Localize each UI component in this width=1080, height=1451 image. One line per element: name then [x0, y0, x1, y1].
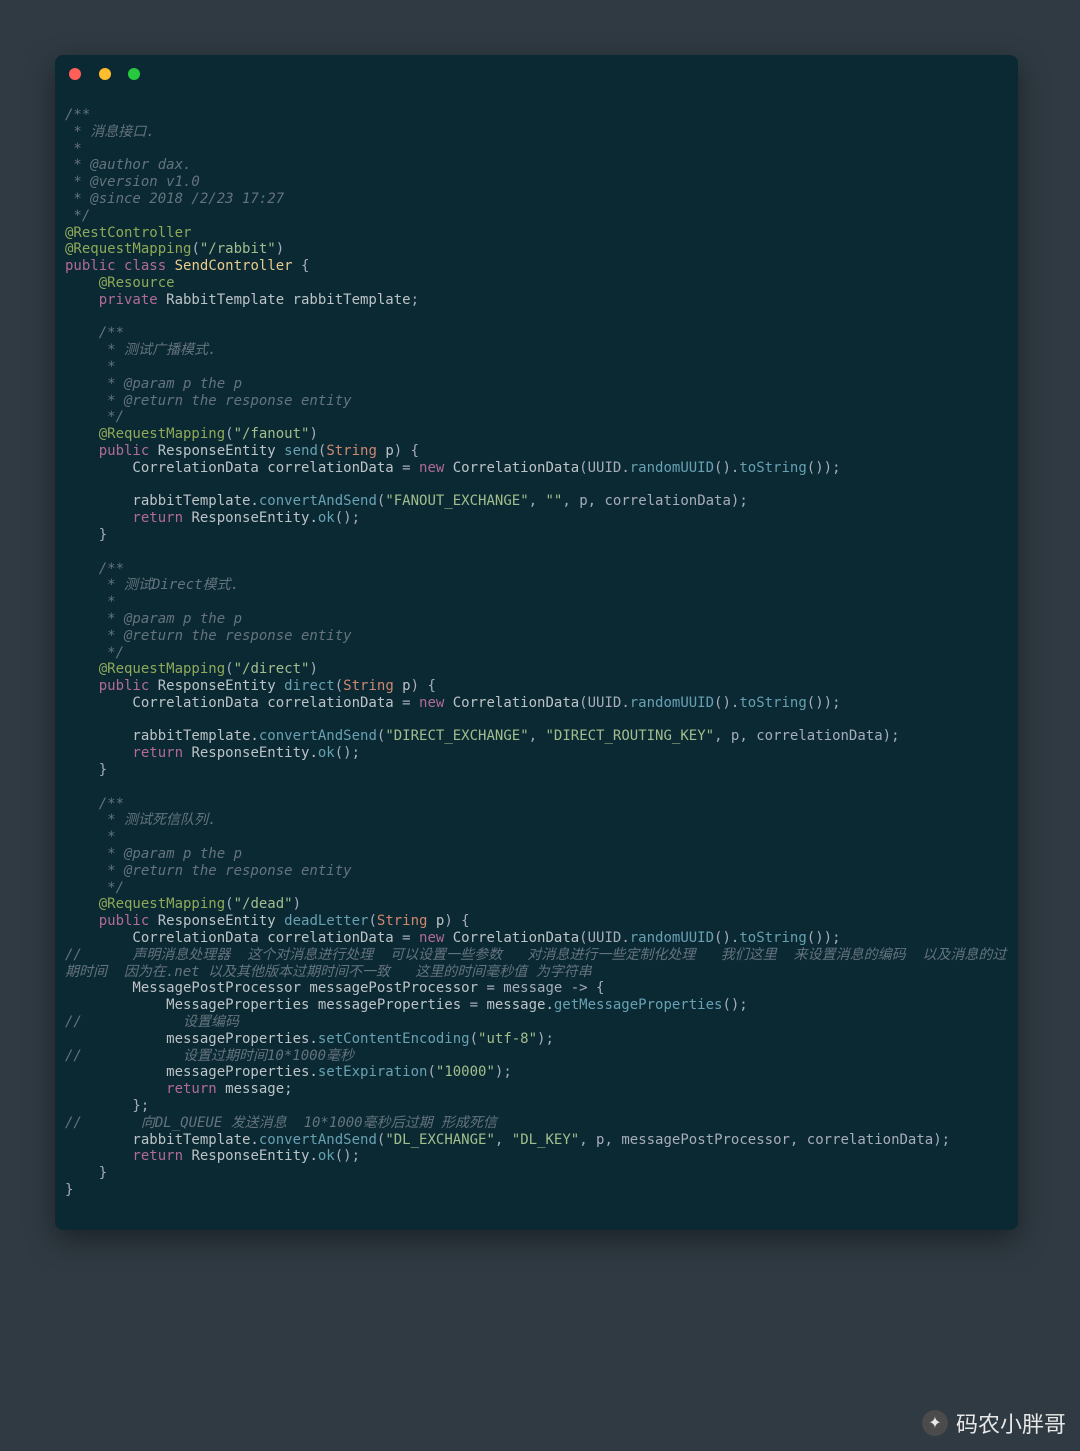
- code-line: rabbitTemplate.convertAndSend("DL_EXCHAN…: [65, 1132, 950, 1148]
- code-line: * @version v1.0: [65, 174, 200, 190]
- code-line: public class SendController {: [65, 258, 309, 274]
- close-icon[interactable]: [69, 68, 81, 80]
- code-line: // 向DL_QUEUE 发送消息 10*1000毫秒后过期 形成死信: [65, 1115, 497, 1131]
- code-line: public ResponseEntity send(String p) {: [65, 443, 419, 459]
- code-line: * @since 2018 /2/23 17:27: [65, 191, 284, 207]
- code-line: private RabbitTemplate rabbitTemplate;: [65, 292, 419, 308]
- code-line: @RestController: [65, 225, 191, 241]
- code-editor-window: /** * 消息接口. * * @author dax. * @version …: [55, 55, 1018, 1230]
- code-line: return ResponseEntity.ok();: [65, 1148, 360, 1164]
- code-line: return message;: [65, 1081, 293, 1097]
- code-line: * 消息接口.: [65, 124, 155, 140]
- code-line: messageProperties.setExpiration("10000")…: [65, 1064, 512, 1080]
- code-line: */: [65, 880, 124, 896]
- code-line: * @return the response entity: [65, 628, 352, 644]
- code-line: @RequestMapping("/rabbit"): [65, 241, 284, 257]
- code-line: * @return the response entity: [65, 393, 352, 409]
- code-line: rabbitTemplate.convertAndSend("FANOUT_EX…: [65, 493, 748, 509]
- wechat-icon: ✦: [922, 1410, 948, 1436]
- code-line: * @param p the p: [65, 376, 242, 392]
- code-line: * 测试Direct模式.: [65, 577, 239, 593]
- code-line: *: [65, 359, 116, 375]
- code-line: MessageProperties messageProperties = me…: [65, 997, 748, 1013]
- code-content: /** * 消息接口. * * @author dax. * @version …: [55, 93, 1018, 1209]
- code-line: /**: [65, 107, 90, 123]
- code-line: messageProperties.setContentEncoding("ut…: [65, 1031, 554, 1047]
- maximize-icon[interactable]: [128, 68, 140, 80]
- code-line: * @param p the p: [65, 846, 242, 862]
- code-line: *: [65, 141, 82, 157]
- code-line: */: [65, 409, 124, 425]
- code-line: @RequestMapping("/dead"): [65, 896, 301, 912]
- code-line: // 声明消息处理器 这个对消息进行处理 可以设置一些参数 对消息进行一些定制化…: [65, 947, 1008, 981]
- code-line: CorrelationData correlationData = new Co…: [65, 930, 841, 946]
- code-line: rabbitTemplate.convertAndSend("DIRECT_EX…: [65, 728, 900, 744]
- code-line: /**: [65, 796, 124, 812]
- code-line: }: [65, 527, 107, 543]
- code-line: MessagePostProcessor messagePostProcesso…: [65, 980, 604, 996]
- code-line: * @author dax.: [65, 157, 191, 173]
- watermark: ✦ 码农小胖哥: [922, 1407, 1066, 1439]
- code-line: public ResponseEntity direct(String p) {: [65, 678, 436, 694]
- code-line: * 测试广播模式.: [65, 342, 216, 358]
- code-line: }: [65, 1165, 107, 1181]
- code-line: CorrelationData correlationData = new Co…: [65, 460, 841, 476]
- code-line: @Resource: [65, 275, 175, 291]
- code-line: @RequestMapping("/direct"): [65, 661, 318, 677]
- code-line: *: [65, 829, 116, 845]
- code-line: return ResponseEntity.ok();: [65, 745, 360, 761]
- code-line: * @param p the p: [65, 611, 242, 627]
- code-line: }: [65, 762, 107, 778]
- code-line: * @return the response entity: [65, 863, 352, 879]
- code-line: // 设置过期时间10*1000毫秒: [65, 1048, 354, 1064]
- code-line: };: [65, 1098, 149, 1114]
- code-line: *: [65, 594, 116, 610]
- code-line: /**: [65, 325, 124, 341]
- minimize-icon[interactable]: [99, 68, 111, 80]
- code-line: public ResponseEntity deadLetter(String …: [65, 913, 470, 929]
- window-titlebar: [55, 55, 1018, 93]
- code-line: // 设置编码: [65, 1014, 239, 1030]
- code-line: return ResponseEntity.ok();: [65, 510, 360, 526]
- code-line: * 测试死信队列.: [65, 812, 216, 828]
- code-line: CorrelationData correlationData = new Co…: [65, 695, 841, 711]
- code-line: /**: [65, 561, 124, 577]
- code-line: */: [65, 208, 90, 224]
- code-line: */: [65, 645, 124, 661]
- code-line: @RequestMapping("/fanout"): [65, 426, 318, 442]
- code-line: }: [65, 1182, 73, 1198]
- watermark-label: 码农小胖哥: [956, 1407, 1066, 1439]
